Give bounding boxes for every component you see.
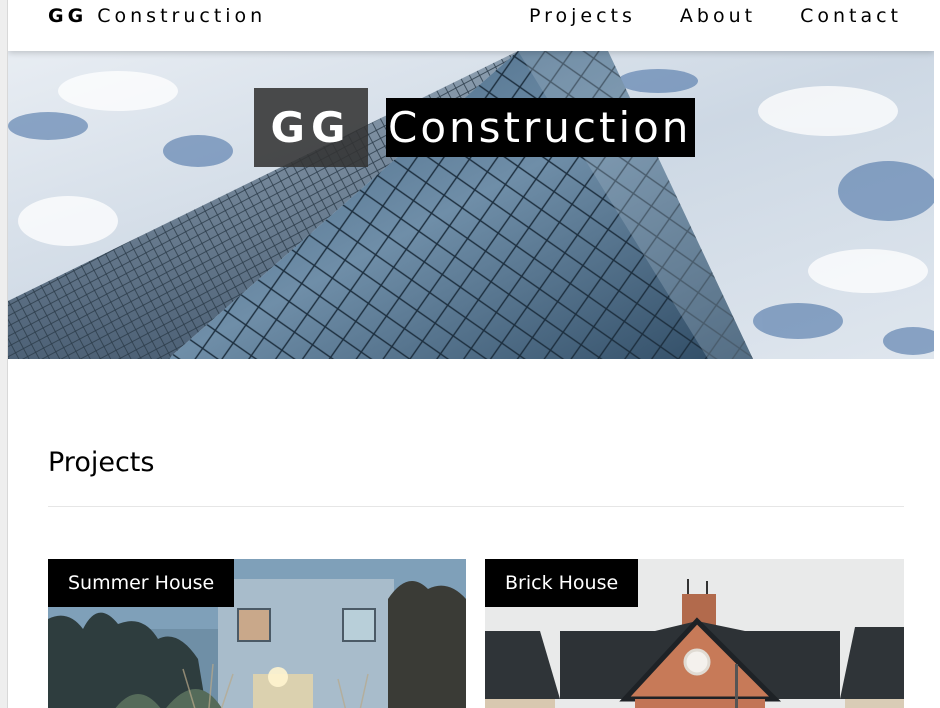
nav-menu: Projects About Contact <box>529 5 902 27</box>
window-right-edge <box>934 0 940 708</box>
hero-title: GG Construction <box>254 88 696 167</box>
card-label-summer-house: Summer House <box>48 559 235 607</box>
brand-name: Construction <box>97 5 267 27</box>
hero-title-initials: GG <box>254 88 368 167</box>
brand-logo-link[interactable]: GG Construction <box>48 5 266 27</box>
brand-initials: GG <box>48 5 88 27</box>
section-divider <box>48 506 904 507</box>
top-navbar: GG Construction Projects About Contact <box>8 0 934 51</box>
projects-heading: Projects <box>48 447 155 478</box>
window-left-edge <box>0 0 8 708</box>
hero-title-word: Construction <box>386 98 696 157</box>
card-label-brick-house: Brick House <box>485 559 639 607</box>
hero-banner: GG Construction <box>8 51 934 359</box>
nav-link-about[interactable]: About <box>680 5 756 27</box>
nav-link-projects[interactable]: Projects <box>529 5 636 27</box>
project-card-summer-house[interactable]: Summer House <box>48 559 466 708</box>
nav-link-contact[interactable]: Contact <box>800 5 902 27</box>
project-card-brick-house[interactable]: Brick House <box>485 559 904 708</box>
page: GG Construction Projects About Contact G… <box>8 0 934 708</box>
